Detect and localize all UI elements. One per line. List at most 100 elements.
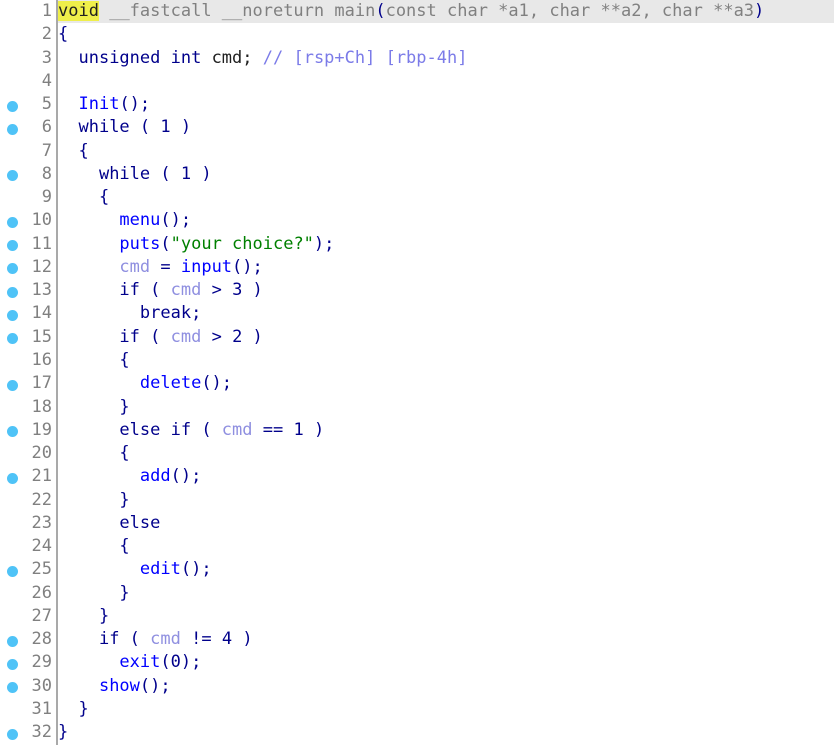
code-token[interactable]: main <box>334 1 375 21</box>
code-line-text[interactable]: { <box>58 442 129 465</box>
code-line[interactable]: 27 } <box>0 605 834 628</box>
code-line-text[interactable]: Init(); <box>58 93 150 116</box>
code-token[interactable]: exit <box>119 652 160 672</box>
code-line[interactable]: 31 } <box>0 698 834 721</box>
code-token[interactable] <box>58 327 119 347</box>
code-token[interactable] <box>58 490 119 510</box>
code-token[interactable]: unsigned int <box>78 48 201 68</box>
code-token[interactable] <box>58 117 78 137</box>
code-line[interactable]: 14 break; <box>0 302 834 325</box>
code-token[interactable]: ) <box>242 327 263 347</box>
code-line[interactable]: 7 { <box>0 140 834 163</box>
code-token[interactable] <box>58 699 78 719</box>
code-token[interactable]: ); <box>314 234 334 254</box>
code-line-text[interactable]: edit(); <box>58 558 212 581</box>
code-line[interactable]: 1 void __fastcall __noreturn main(const c… <box>0 0 834 24</box>
code-token[interactable]: cmd <box>119 257 150 277</box>
code-token[interactable]: ( <box>119 629 150 649</box>
code-token[interactable]: ) <box>242 280 263 300</box>
code-token[interactable]: 4 <box>222 629 232 649</box>
code-line-text[interactable]: cmd = input(); <box>58 256 262 279</box>
code-line[interactable]: 15 if ( cmd > 2 ) <box>0 326 834 349</box>
code-line[interactable]: 25 edit(); <box>0 558 834 581</box>
code-token[interactable] <box>58 629 99 649</box>
code-line-text[interactable]: menu(); <box>58 209 191 232</box>
code-line-text[interactable]: } <box>58 396 129 419</box>
code-line[interactable]: 17 delete(); <box>0 372 834 395</box>
code-token[interactable] <box>58 210 119 230</box>
code-line[interactable]: 8 while ( 1 ) <box>0 163 834 186</box>
code-token[interactable] <box>58 652 119 672</box>
code-token[interactable]: ( <box>140 327 171 347</box>
code-line[interactable]: 5 Init(); <box>0 93 834 116</box>
code-line-text[interactable]: { <box>58 140 88 163</box>
code-token[interactable]: while <box>78 117 129 137</box>
code-line-text[interactable]: break; <box>58 302 201 325</box>
code-token[interactable] <box>58 513 119 533</box>
code-token[interactable]: puts <box>119 234 160 254</box>
code-token[interactable]: ) <box>754 1 764 21</box>
code-token[interactable]: { <box>119 443 129 463</box>
code-line-text[interactable]: void __fastcall __noreturn main(const ch… <box>58 0 764 23</box>
code-token[interactable]: else <box>119 513 160 533</box>
code-line[interactable]: 9 { <box>0 186 834 209</box>
code-line-text[interactable]: exit(0); <box>58 651 201 674</box>
code-token[interactable]: ( <box>150 164 181 184</box>
code-line[interactable]: 13 if ( cmd > 3 ) <box>0 279 834 302</box>
code-line-text[interactable]: else <box>58 512 160 535</box>
code-token[interactable]: delete <box>140 373 201 393</box>
code-token[interactable]: (); <box>171 466 202 486</box>
code-token[interactable]: (); <box>181 559 212 579</box>
code-line-text[interactable]: show(); <box>58 675 171 698</box>
code-token[interactable] <box>201 48 211 68</box>
code-token[interactable] <box>58 257 119 277</box>
code-line[interactable]: 2{ <box>0 23 834 46</box>
code-token[interactable]: (); <box>160 210 191 230</box>
code-line-text[interactable]: { <box>58 349 129 372</box>
code-line-text[interactable]: puts("your choice?"); <box>58 233 334 256</box>
code-token[interactable]: } <box>99 606 109 626</box>
code-token[interactable]: { <box>58 24 68 44</box>
code-line[interactable]: 32} <box>0 721 834 744</box>
code-token[interactable]: ) <box>304 420 324 440</box>
code-token[interactable] <box>58 466 140 486</box>
code-token[interactable]: } <box>78 699 88 719</box>
code-token[interactable] <box>58 420 119 440</box>
code-token[interactable] <box>58 141 78 161</box>
code-line[interactable]: 16 { <box>0 349 834 372</box>
code-token[interactable]: { <box>119 350 129 370</box>
code-token[interactable]: cmd <box>171 280 202 300</box>
code-token[interactable]: "your choice?" <box>171 234 314 254</box>
code-token[interactable] <box>58 583 119 603</box>
code-token[interactable] <box>58 234 119 254</box>
code-line[interactable]: 30 show(); <box>0 675 834 698</box>
code-token[interactable]: ( <box>130 117 161 137</box>
code-token[interactable] <box>58 443 119 463</box>
code-line[interactable]: 26 } <box>0 582 834 605</box>
code-token[interactable]: if <box>99 629 119 649</box>
code-token[interactable] <box>58 164 99 184</box>
code-token[interactable] <box>58 280 119 300</box>
code-token[interactable]: ( <box>191 420 222 440</box>
code-token[interactable] <box>58 397 119 417</box>
code-token[interactable]: const char *a1, char **a2, char **a3 <box>386 1 754 21</box>
code-token[interactable] <box>58 559 140 579</box>
code-line-text[interactable]: delete(); <box>58 372 232 395</box>
code-token[interactable]: ) <box>171 117 191 137</box>
code-token[interactable]: cmd <box>171 327 202 347</box>
code-token[interactable] <box>58 48 78 68</box>
code-line[interactable]: 23 else <box>0 512 834 535</box>
code-line[interactable]: 28 if ( cmd != 4 ) <box>0 628 834 651</box>
code-line[interactable]: 29 exit(0); <box>0 651 834 674</box>
code-line-text[interactable]: { <box>58 535 129 558</box>
code-token[interactable]: ); <box>181 652 201 672</box>
code-token[interactable]: 0 <box>171 652 181 672</box>
code-token[interactable]: == <box>253 420 294 440</box>
code-token[interactable]: if <box>119 327 139 347</box>
code-token[interactable]: cmd; <box>212 48 253 68</box>
code-token[interactable]: void <box>58 1 99 21</box>
code-token[interactable] <box>58 303 140 323</box>
code-line-text[interactable]: if ( cmd > 3 ) <box>58 279 263 302</box>
code-line-text[interactable]: } <box>58 698 88 721</box>
code-token[interactable]: cmd <box>222 420 253 440</box>
